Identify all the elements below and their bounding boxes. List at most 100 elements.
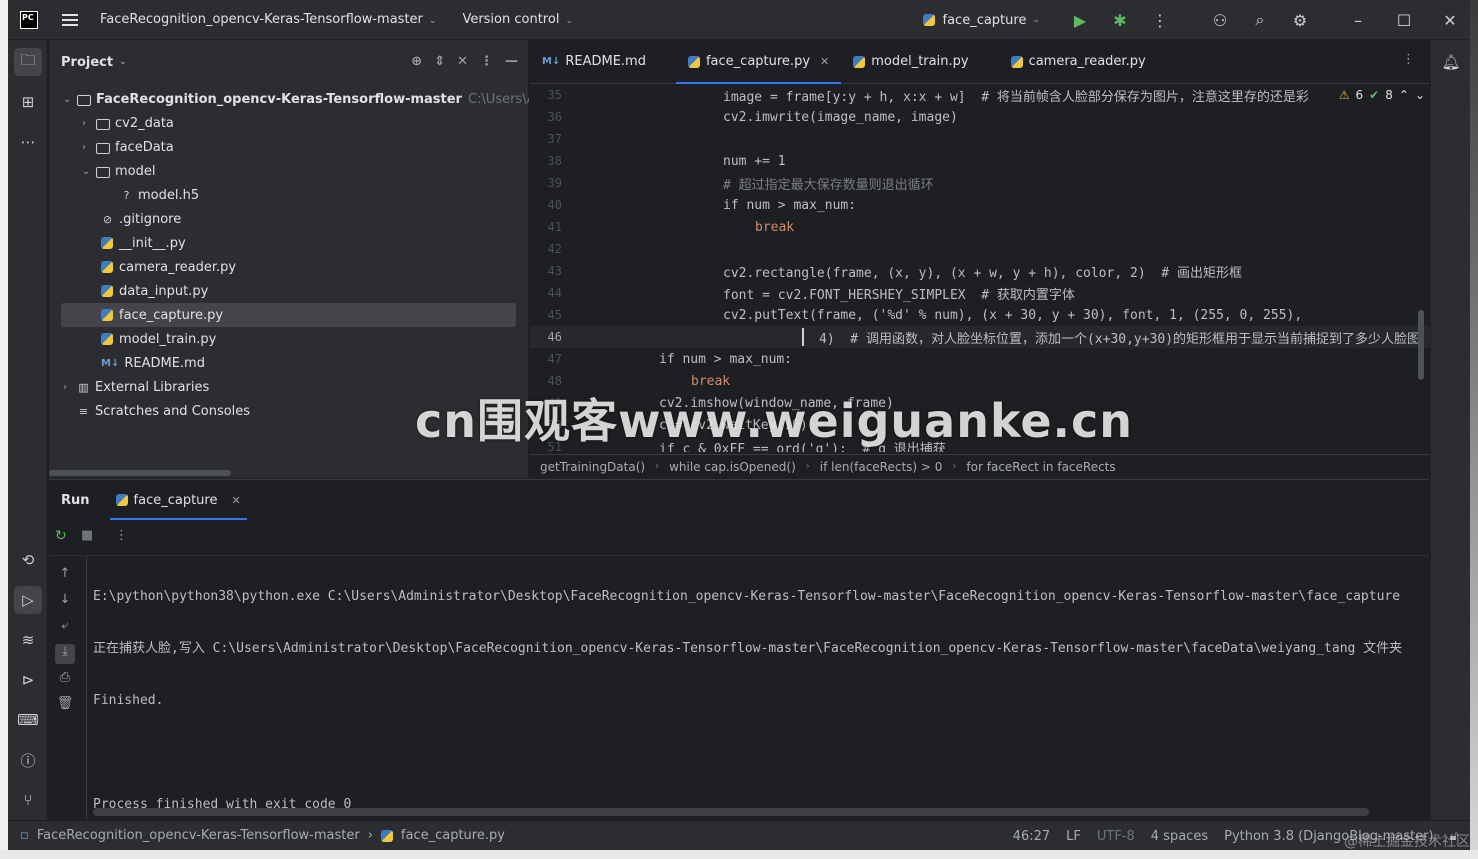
tab-readme[interactable]: M↓ README.md: [530, 40, 658, 84]
status-encoding[interactable]: UTF-8: [1097, 829, 1135, 844]
project-panel-title[interactable]: Project: [61, 55, 113, 70]
watermark-overlay: cn围观客www.weiguanke.cn: [415, 394, 1134, 448]
run-tool-icon[interactable]: ▷: [14, 586, 42, 614]
pycharm-logo[interactable]: PC: [20, 10, 38, 29]
line-number: 39: [547, 176, 562, 190]
tree-item-camera-reader[interactable]: camera_reader.py: [101, 255, 236, 279]
line-number: 41: [547, 220, 562, 234]
project-tool-folder-icon[interactable]: 🗀: [14, 48, 42, 76]
search-icon[interactable]: ⌕: [1240, 10, 1280, 30]
code-text: 4) # 调用函数，对人脸坐标位置，添加一个(x+30,y+30)的矩形框用于显…: [819, 331, 1421, 347]
git-branch-icon[interactable]: ⑂: [14, 786, 42, 814]
tree-item-gitignore[interactable]: ⊘ .gitignore: [101, 207, 181, 231]
chevron-right-icon[interactable]: ›: [82, 142, 96, 153]
breadcrumb-item[interactable]: if len(faceRects) > 0: [820, 460, 943, 474]
run-configuration-selector[interactable]: face_capture ⌄: [922, 13, 1040, 28]
collapse-all-icon[interactable]: ✕: [457, 54, 468, 69]
soft-wrap-icon[interactable]: ⤶: [55, 618, 75, 638]
breadcrumb-item[interactable]: while cap.isOpened(): [669, 460, 796, 474]
main-menu-icon[interactable]: [62, 13, 78, 26]
breadcrumb-item[interactable]: getTrainingData(): [540, 460, 645, 474]
scroll-down-icon[interactable]: ↓: [55, 592, 75, 612]
chevron-down-icon[interactable]: ⌄: [82, 166, 96, 177]
close-window-icon[interactable]: ✕: [1430, 11, 1470, 30]
tab-model-train[interactable]: model_train.py: [841, 40, 980, 84]
notifications-bell-icon[interactable]: 🔔︎: [1437, 48, 1465, 76]
tab-options-icon[interactable]: ⋮: [1402, 52, 1415, 67]
code-text: image = frame[y:y + h, x:x + w] # 将当前帧含人…: [723, 89, 1309, 105]
tree-item-data-input[interactable]: data_input.py: [101, 279, 208, 303]
folder-icon: [96, 118, 110, 130]
terminal-icon[interactable]: ⌨: [14, 706, 42, 734]
hide-panel-icon[interactable]: —: [505, 54, 518, 69]
chevron-up-icon[interactable]: ⌃: [1399, 88, 1409, 102]
run-icon[interactable]: ▶: [1060, 11, 1100, 30]
python-file-icon: [115, 494, 128, 506]
services-icon[interactable]: ⊳: [14, 666, 42, 694]
scroll-to-end-icon[interactable]: ⤓: [55, 644, 75, 664]
minimize-icon[interactable]: –: [1338, 11, 1378, 30]
tree-item-model-train[interactable]: model_train.py: [101, 327, 216, 351]
tree-item-model[interactable]: ⌄ model: [82, 159, 155, 183]
python-packages-icon[interactable]: ⟲: [14, 546, 42, 574]
console-horizontal-scrollbar[interactable]: [93, 808, 1369, 816]
add-user-icon[interactable]: ⚇: [1200, 11, 1240, 30]
stop-icon[interactable]: ■: [81, 528, 93, 543]
status-cursor-position[interactable]: 46:27: [1013, 829, 1050, 844]
tree-item-face-capture[interactable]: face_capture.py: [61, 303, 516, 327]
locate-file-icon[interactable]: ⊕: [411, 54, 422, 69]
tree-item-label: model: [115, 163, 156, 179]
maximize-icon[interactable]: ☐: [1384, 11, 1424, 30]
tree-item-label: Scratches and Consoles: [95, 403, 251, 419]
run-panel-title[interactable]: Run: [61, 493, 90, 508]
status-file[interactable]: face_capture.py: [401, 828, 505, 843]
run-tab-label: face_capture: [133, 492, 218, 508]
status-project[interactable]: FaceRecognition_opencv-Keras-Tensorflow-…: [37, 828, 360, 843]
project-selector[interactable]: FaceRecognition_opencv-Keras-Tensorflow-…: [100, 12, 436, 27]
problems-icon[interactable]: ⓘ: [14, 746, 42, 774]
console-output[interactable]: E:\python\python38\python.exe C:\Users\A…: [93, 556, 1402, 846]
inspection-widget[interactable]: ⚠ 6 ✔ 8 ⌃ ⌄: [1334, 88, 1425, 102]
tree-item-model-h5[interactable]: ? model.h5: [120, 183, 200, 207]
scroll-up-icon[interactable]: ↑: [55, 566, 75, 586]
tree-item-root-folder[interactable]: ⌄ FaceRecognition_opencv-Keras-Tensorflo…: [63, 87, 568, 111]
settings-gear-icon[interactable]: ⚙: [1280, 11, 1320, 30]
layers-icon[interactable]: ≋: [14, 626, 42, 654]
close-tab-icon[interactable]: ✕: [820, 55, 829, 68]
run-tab-face-capture[interactable]: face_capture ✕: [109, 480, 247, 520]
options-icon[interactable]: ⋮: [480, 54, 493, 69]
breadcrumb-item[interactable]: for faceRect in faceRects: [966, 460, 1115, 474]
print-icon[interactable]: ⎙: [55, 670, 75, 690]
version-control-menu[interactable]: Version control ⌄: [462, 12, 573, 27]
tab-camera-reader[interactable]: camera_reader.py: [999, 40, 1158, 84]
tab-face-capture[interactable]: face_capture.py ✕: [675, 40, 842, 84]
tree-item-scratches[interactable]: ≡ Scratches and Consoles: [77, 399, 250, 423]
project-horizontal-scrollbar[interactable]: [49, 470, 231, 476]
tree-item-external-libraries[interactable]: › ▥ External Libraries: [63, 375, 209, 399]
debug-icon[interactable]: ✱: [1100, 11, 1140, 30]
tree-item-facedata[interactable]: › faceData: [82, 135, 174, 159]
code-line: 38 num += 1: [530, 150, 1430, 172]
tree-item-init-py[interactable]: __init__.py: [101, 231, 186, 255]
expand-all-icon[interactable]: ⇕: [434, 54, 445, 69]
structure-icon[interactable]: ⊞: [14, 88, 42, 116]
scratches-icon: ≡: [78, 404, 89, 418]
python-file-icon: [101, 333, 113, 345]
trash-icon[interactable]: 🗑︎: [55, 696, 75, 716]
status-indent[interactable]: 4 spaces: [1151, 829, 1208, 844]
tree-item-cv2-data[interactable]: › cv2_data: [82, 111, 174, 135]
close-tab-icon[interactable]: ✕: [231, 494, 240, 507]
editor-vertical-scrollbar[interactable]: [1418, 310, 1424, 380]
more-actions-icon[interactable]: ⋮: [1140, 11, 1180, 30]
chevron-down-icon[interactable]: ⌄: [119, 57, 127, 67]
status-line-separator[interactable]: LF: [1066, 829, 1081, 844]
chevron-down-icon[interactable]: ⌄: [1415, 88, 1425, 102]
chevron-right-icon[interactable]: ›: [63, 382, 77, 393]
more-tools-icon[interactable]: ⋯: [14, 128, 42, 156]
more-options-icon[interactable]: ⋮: [115, 528, 128, 543]
tree-item-readme[interactable]: M↓ README.md: [101, 351, 205, 375]
rerun-icon[interactable]: ↻: [55, 528, 67, 544]
chevron-down-icon: ⌄: [565, 16, 573, 26]
chevron-right-icon[interactable]: ›: [82, 118, 96, 129]
chevron-down-icon[interactable]: ⌄: [63, 94, 77, 105]
